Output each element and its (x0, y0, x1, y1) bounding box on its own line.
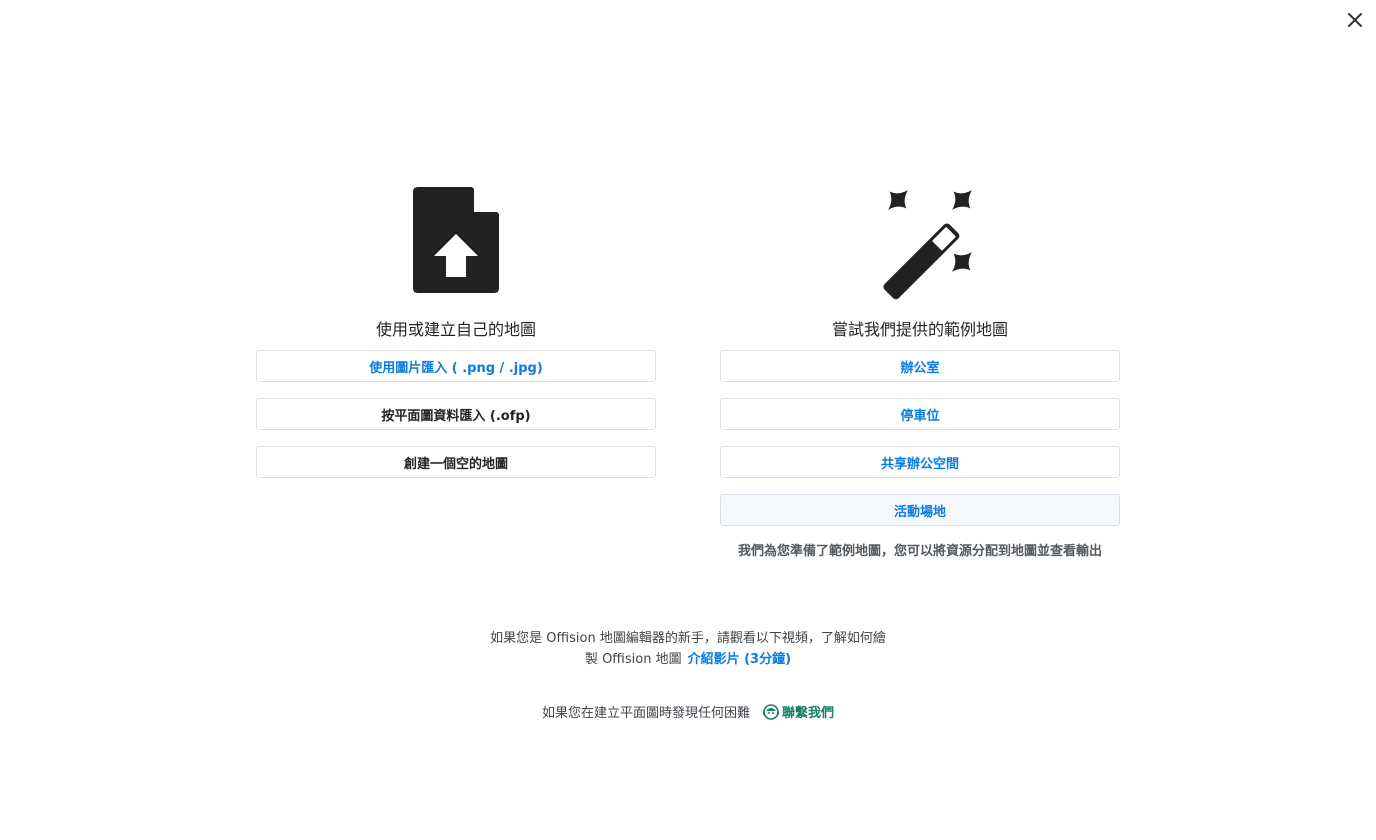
import-image-button[interactable]: 使用圖片匯入 ( .png / .jpg) (256, 350, 656, 382)
contact-us-label: 聯繫我們 (782, 706, 835, 721)
sample-coworking-button[interactable]: 共享辦公空間 (720, 446, 1120, 478)
close-button[interactable] (1343, 8, 1367, 32)
intro-video-link[interactable]: 介紹影片 (3分鐘) (688, 652, 791, 667)
sample-map-note: 我們為您準備了範例地圖，您可以將資源分配到地圖並查看輸出 (737, 544, 1102, 559)
sample-map-section: 嘗試我們提供的範例地圖 辦公室 停車位 共享辦公空間 活動場地 我們為您準備了範… (720, 186, 1120, 559)
sample-parking-button[interactable]: 停車位 (720, 398, 1120, 430)
magic-wand-icon (860, 186, 980, 302)
create-empty-map-button[interactable]: 創建一個空的地圖 (256, 446, 656, 478)
contact-help-text: 如果您在建立平面圖時發現任何困難 (541, 706, 750, 721)
sample-map-title: 嘗試我們提供的範例地圖 (831, 320, 1008, 339)
sample-map-options: 辦公室 停車位 共享辦公空間 活動場地 (720, 350, 1120, 542)
contact-help: 如果您在建立平面圖時發現任何困難 聯繫我們 (0, 702, 1376, 721)
own-map-options: 使用圖片匯入 ( .png / .jpg) 按平面圖資料匯入 (.ofp) 創建… (256, 350, 656, 494)
support-agent-icon (763, 703, 779, 720)
own-map-title: 使用或建立自己的地圖 (375, 320, 536, 339)
contact-us-link[interactable]: 聯繫我們 (762, 702, 834, 721)
sample-office-button[interactable]: 辦公室 (720, 350, 1120, 382)
import-ofp-button[interactable]: 按平面圖資料匯入 (.ofp) (256, 398, 656, 430)
sample-event-venue-button[interactable]: 活動場地 (720, 494, 1120, 526)
file-upload-icon (396, 186, 516, 302)
close-icon (1348, 13, 1362, 27)
video-help: 如果您是 Offision 地圖編輯器的新手，請觀看以下視頻，了解如何繪製 Of… (488, 628, 888, 670)
own-map-section: 使用或建立自己的地圖 使用圖片匯入 ( .png / .jpg) 按平面圖資料匯… (256, 186, 656, 494)
map-setup-dialog: 使用或建立自己的地圖 使用圖片匯入 ( .png / .jpg) 按平面圖資料匯… (0, 0, 1376, 840)
